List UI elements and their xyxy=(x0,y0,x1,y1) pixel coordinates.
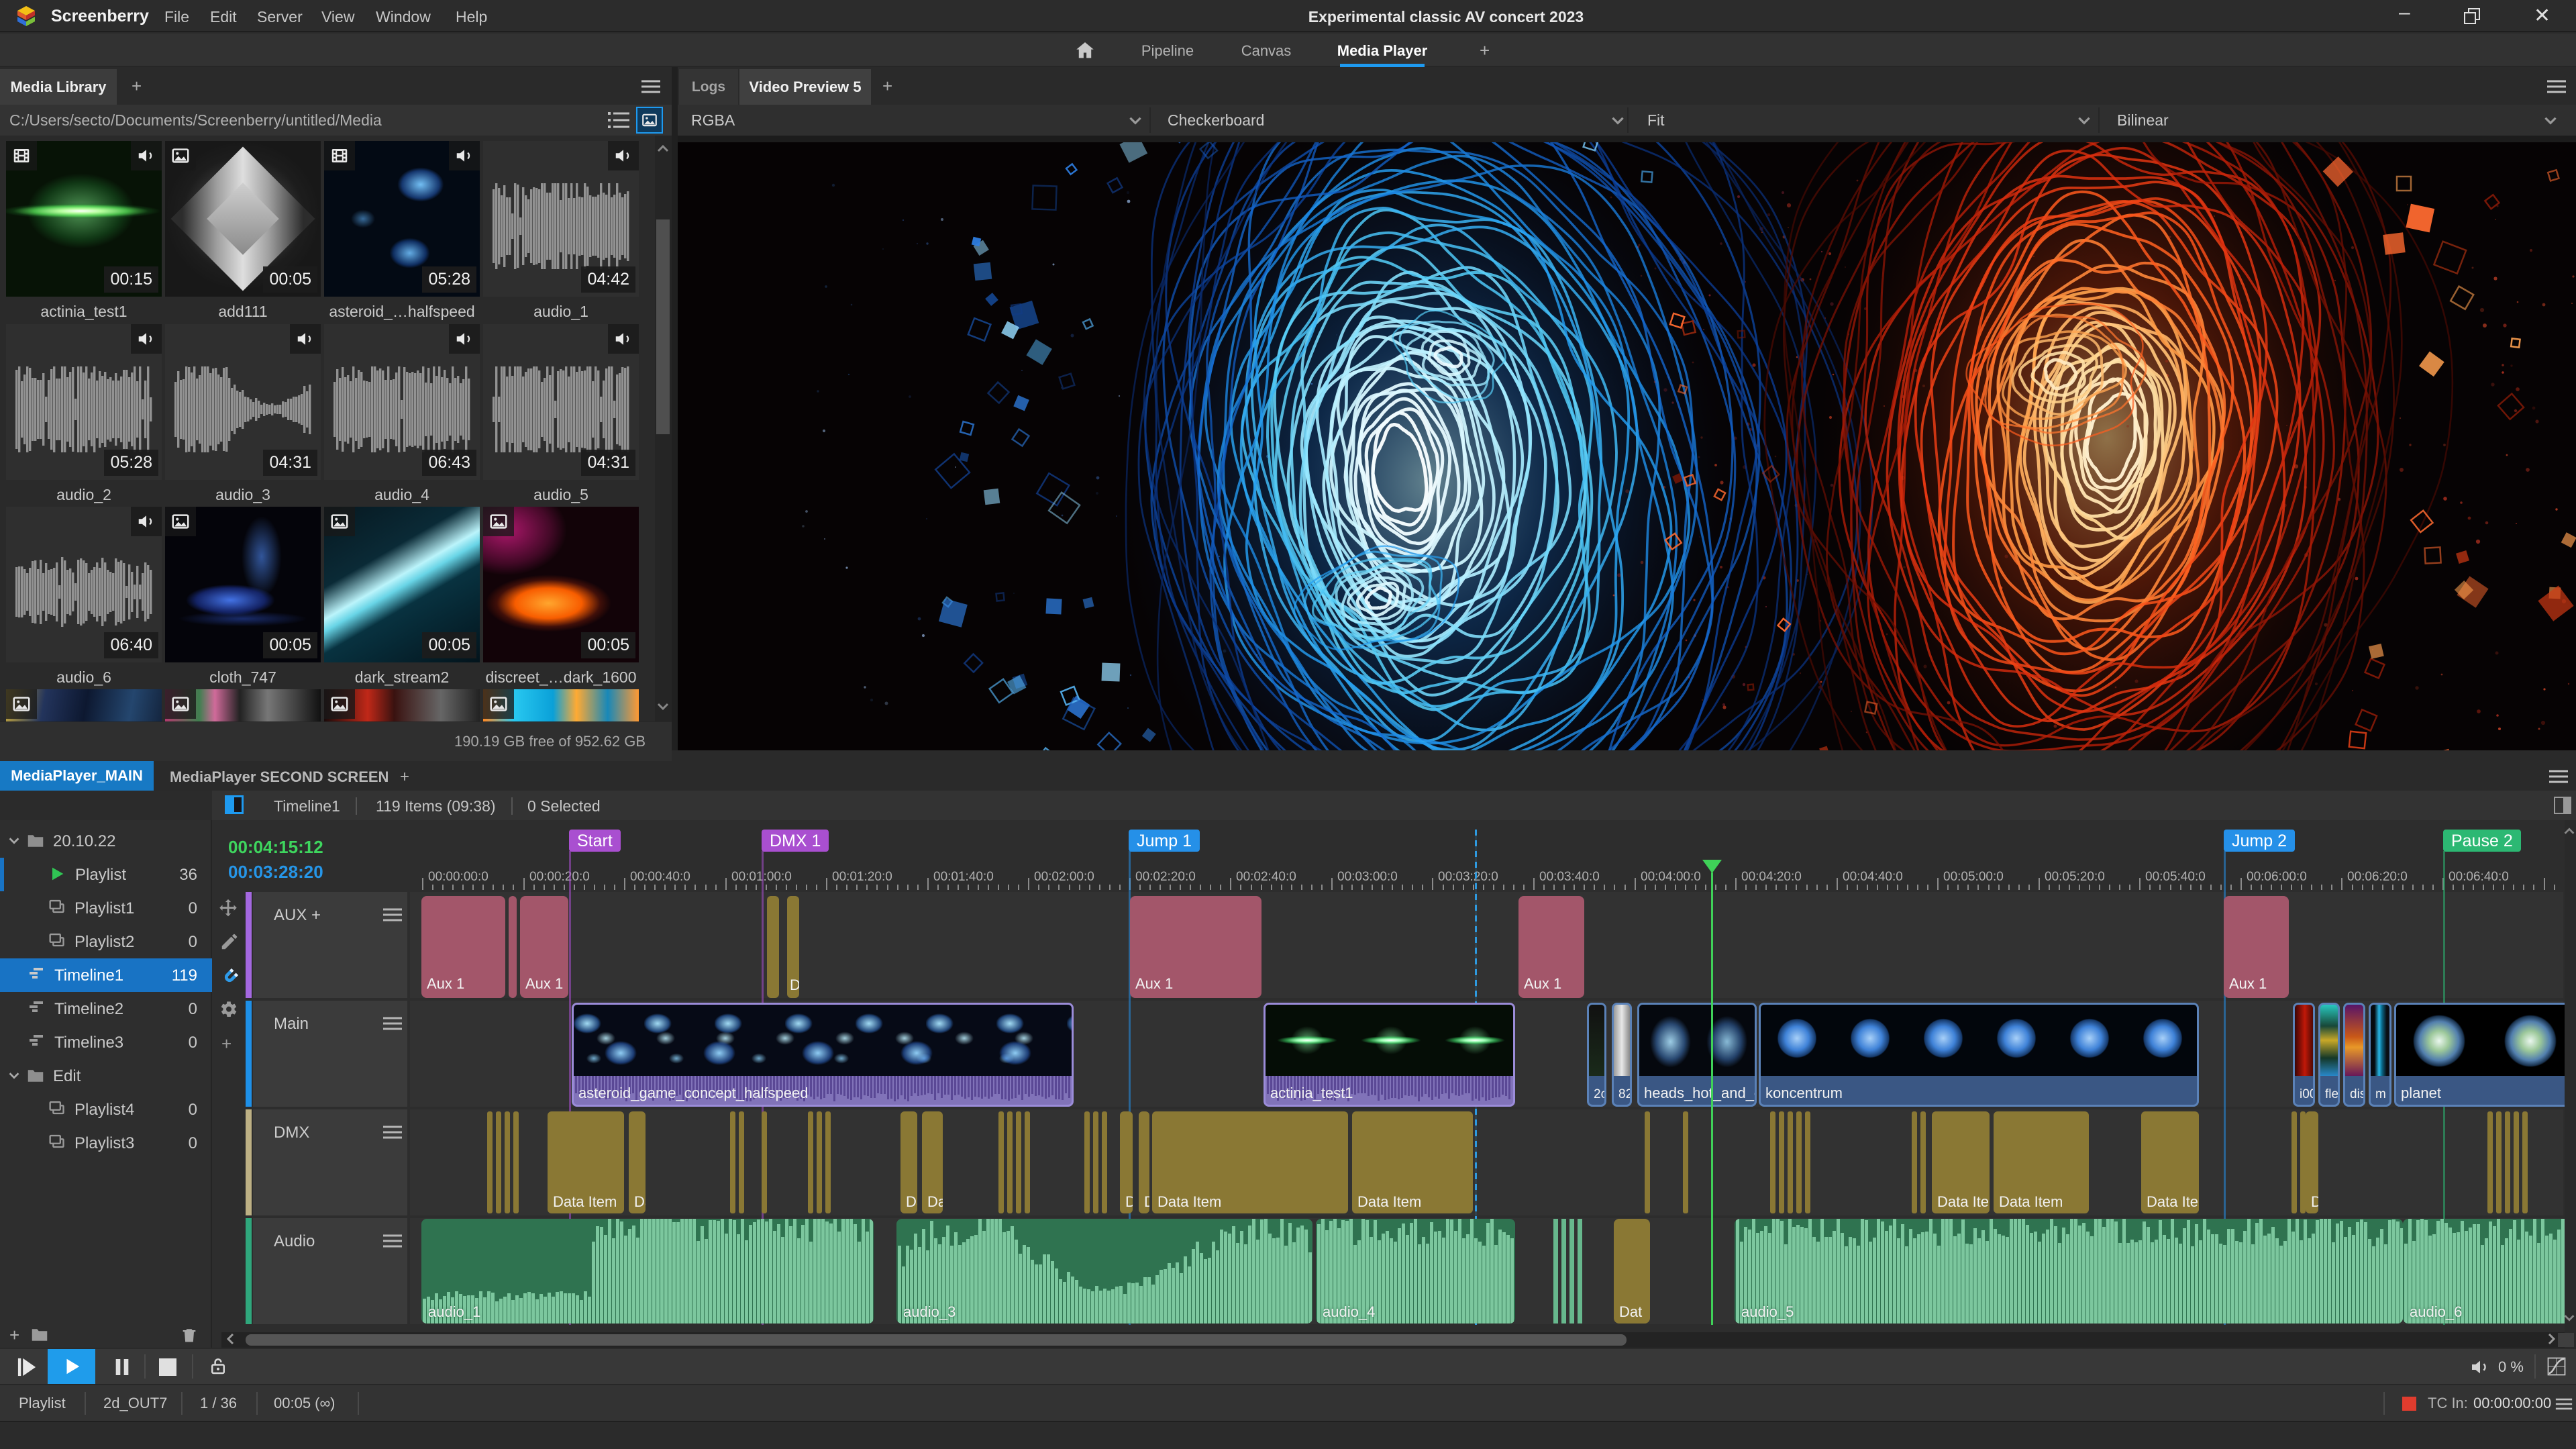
svg-text:00:02:00:0: 00:02:00:0 xyxy=(1034,870,1094,884)
svg-text:00:06:20:0: 00:06:20:0 xyxy=(2347,870,2408,884)
svg-text:00:02:20:0: 00:02:20:0 xyxy=(1135,870,1196,884)
svg-text:00:01:20:0: 00:01:20:0 xyxy=(832,870,892,884)
svg-text:00:05:20:0: 00:05:20:0 xyxy=(2045,870,2105,884)
svg-text:00:06:00:0: 00:06:00:0 xyxy=(2247,870,2307,884)
svg-text:00:06:40:0: 00:06:40:0 xyxy=(2449,870,2509,884)
svg-text:00:03:00:0: 00:03:00:0 xyxy=(1337,870,1398,884)
svg-text:00:04:20:0: 00:04:20:0 xyxy=(1741,870,1802,884)
svg-text:00:05:00:0: 00:05:00:0 xyxy=(1943,870,2004,884)
svg-text:00:03:40:0: 00:03:40:0 xyxy=(1539,870,1600,884)
svg-text:00:00:00:0: 00:00:00:0 xyxy=(428,870,488,884)
svg-text:00:03:20:0: 00:03:20:0 xyxy=(1438,870,1498,884)
svg-text:00:01:40:0: 00:01:40:0 xyxy=(933,870,994,884)
svg-text:00:02:40:0: 00:02:40:0 xyxy=(1236,870,1296,884)
svg-text:00:05:40:0: 00:05:40:0 xyxy=(2145,870,2206,884)
svg-text:00:04:40:0: 00:04:40:0 xyxy=(1843,870,1903,884)
svg-text:00:04:00:0: 00:04:00:0 xyxy=(1641,870,1701,884)
svg-text:00:00:40:0: 00:00:40:0 xyxy=(630,870,690,884)
svg-text:00:00:20:0: 00:00:20:0 xyxy=(529,870,590,884)
